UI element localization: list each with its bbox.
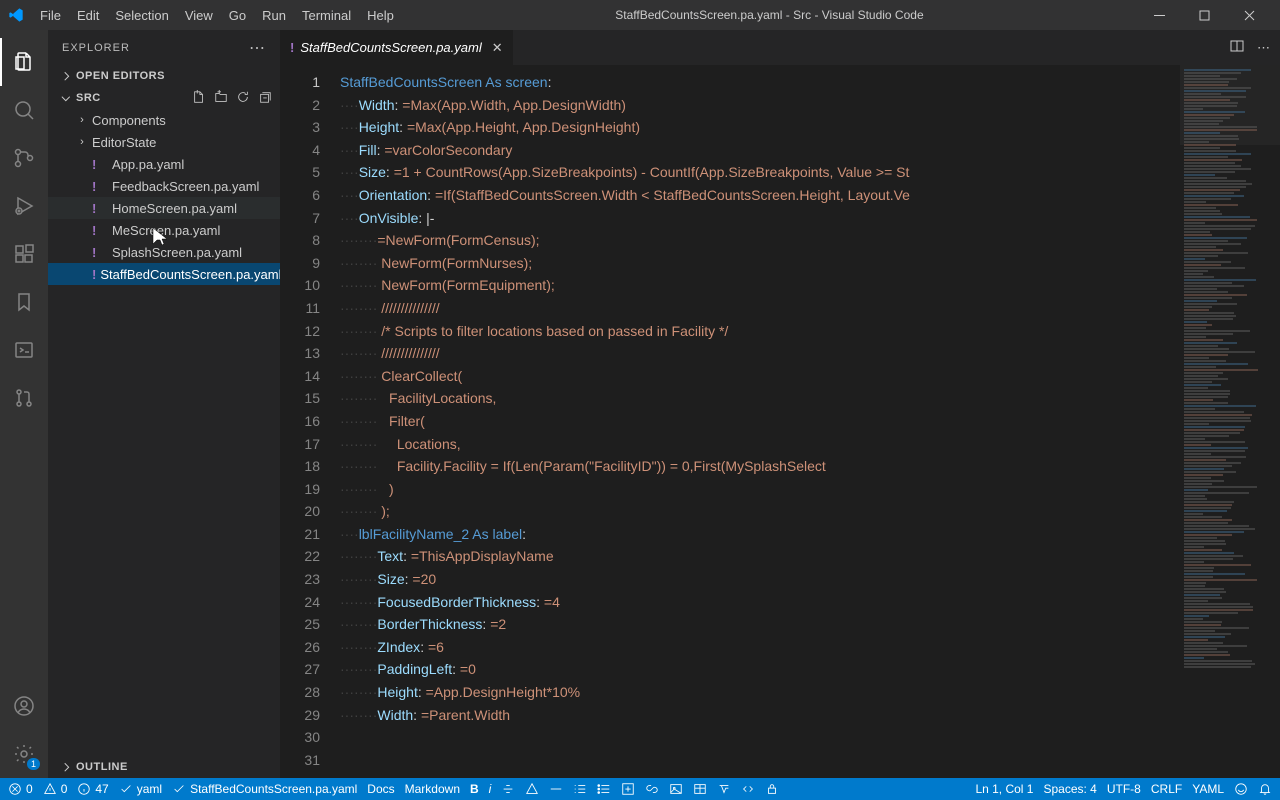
yaml-file-icon: ! [290, 40, 294, 55]
menu-terminal[interactable]: Terminal [294, 4, 359, 27]
language-mode[interactable]: YAML [1192, 782, 1224, 796]
folder-editorstate[interactable]: ›EditorState [48, 131, 280, 153]
extensions-icon[interactable] [0, 230, 48, 278]
encoding[interactable]: UTF-8 [1107, 782, 1141, 796]
close-button[interactable] [1227, 0, 1272, 30]
tab-label: StaffBedCountsScreen.pa.yaml [300, 40, 481, 55]
search-icon[interactable] [0, 86, 48, 134]
explorer-icon[interactable] [0, 38, 48, 86]
outline-section[interactable]: ⌵OUTLINE [48, 756, 280, 778]
minimap[interactable] [1180, 65, 1280, 778]
file-item[interactable]: !SplashScreen.pa.yaml [48, 241, 280, 263]
feedback-icon[interactable] [1234, 782, 1248, 796]
indentation[interactable]: Spaces: 4 [1043, 782, 1096, 796]
menu-run[interactable]: Run [254, 4, 294, 27]
run-debug-icon[interactable] [0, 182, 48, 230]
menu-bar: FileEditSelectionViewGoRunTerminalHelp [32, 4, 402, 27]
status-bar: 0 0 47 yaml StaffBedCountsScreen.pa.yaml… [0, 778, 1280, 800]
collapse-all-icon[interactable] [258, 90, 272, 107]
menu-edit[interactable]: Edit [69, 4, 107, 27]
yaml-check-indicator[interactable]: yaml [119, 782, 162, 796]
interactive-icon[interactable] [0, 326, 48, 374]
file-item[interactable]: !App.pa.yaml [48, 153, 280, 175]
menu-selection[interactable]: Selection [107, 4, 176, 27]
file-item[interactable]: !HomeScreen.pa.yaml [48, 197, 280, 219]
markdown-indicator[interactable]: Markdown [405, 782, 460, 796]
sidebar: EXPLORER ⋯ ⌵OPEN EDITORS ⌵SRC ›Component… [48, 30, 280, 778]
folder-components[interactable]: ›Components [48, 109, 280, 131]
italic-indicator[interactable]: i [489, 782, 492, 796]
accounts-icon[interactable] [0, 682, 48, 730]
vscode-logo [8, 7, 24, 23]
pull-requests-icon[interactable] [0, 374, 48, 422]
eol[interactable]: CRLF [1151, 782, 1182, 796]
split-editor-icon[interactable] [1229, 38, 1245, 57]
code-icon[interactable] [741, 782, 755, 796]
menu-go[interactable]: Go [221, 4, 254, 27]
menu-view[interactable]: View [177, 4, 221, 27]
sidebar-more-icon[interactable]: ⋯ [249, 38, 266, 58]
minimize-button[interactable] [1137, 0, 1182, 30]
file-item[interactable]: !FeedbackScreen.pa.yaml [48, 175, 280, 197]
image-icon[interactable] [669, 782, 683, 796]
cursor-position[interactable]: Ln 1, Col 1 [975, 782, 1033, 796]
sidebar-title: EXPLORER [62, 42, 130, 54]
menu-help[interactable]: Help [359, 4, 402, 27]
sidebar-header: EXPLORER ⋯ [48, 30, 280, 65]
errors-indicator[interactable]: 0 [8, 782, 33, 796]
warnings-indicator[interactable]: 0 [43, 782, 68, 796]
file-item[interactable]: !StaffBedCountsScreen.pa.yaml [48, 263, 280, 285]
warning-tri-icon[interactable] [525, 782, 539, 796]
task-icon[interactable] [621, 782, 635, 796]
docs-indicator[interactable]: Docs [367, 782, 394, 796]
source-control-icon[interactable] [0, 134, 48, 182]
new-folder-icon[interactable] [214, 90, 228, 107]
tabs-bar: ! StaffBedCountsScreen.pa.yaml ✕ ⋯ [280, 30, 1280, 65]
list-ol-icon[interactable] [573, 782, 587, 796]
maximize-button[interactable] [1182, 0, 1227, 30]
editor-area: ! StaffBedCountsScreen.pa.yaml ✕ ⋯ 12345… [280, 30, 1280, 778]
active-tab[interactable]: ! StaffBedCountsScreen.pa.yaml ✕ [280, 30, 514, 65]
file-item[interactable]: !MeScreen.pa.yaml [48, 219, 280, 241]
gutter: 1234567891011121314151617181920212223242… [280, 65, 340, 778]
strike-indicator[interactable] [501, 782, 515, 796]
table-icon[interactable] [693, 782, 707, 796]
code-editor[interactable]: 1234567891011121314151617181920212223242… [280, 65, 1280, 778]
open-editors-section[interactable]: ⌵OPEN EDITORS [48, 65, 280, 87]
link-icon[interactable] [645, 782, 659, 796]
src-folder-root[interactable]: ⌵SRC [48, 87, 280, 109]
bold-indicator[interactable]: B [470, 782, 479, 796]
menu-file[interactable]: File [32, 4, 69, 27]
refresh-icon[interactable] [236, 90, 250, 107]
info-indicator[interactable]: 47 [77, 782, 108, 796]
activity-bar [0, 30, 48, 778]
close-tab-icon[interactable]: ✕ [492, 40, 503, 56]
new-file-icon[interactable] [192, 90, 206, 107]
list-ul-icon[interactable] [597, 782, 611, 796]
bell-icon[interactable] [1258, 782, 1272, 796]
file-check-indicator[interactable]: StaffBedCountsScreen.pa.yaml [172, 782, 357, 796]
code-content[interactable]: StaffBedCountsScreen As screen:····Width… [340, 65, 1180, 778]
settings-icon[interactable] [0, 730, 48, 778]
titlebar: FileEditSelectionViewGoRunTerminalHelp S… [0, 0, 1280, 30]
window-title: StaffBedCountsScreen.pa.yaml - Src - Vis… [402, 8, 1137, 22]
editor-more-icon[interactable]: ⋯ [1257, 40, 1270, 56]
lock-icon[interactable] [765, 782, 779, 796]
math-icon[interactable] [717, 782, 731, 796]
hr-icon[interactable] [549, 782, 563, 796]
bookmarks-icon[interactable] [0, 278, 48, 326]
